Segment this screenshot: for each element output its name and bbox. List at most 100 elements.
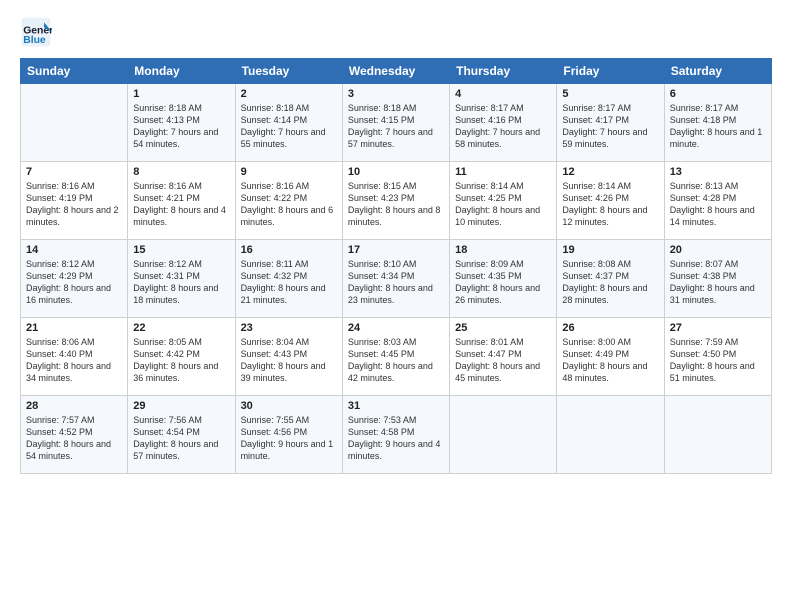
day-info: Sunrise: 8:09 AMSunset: 4:35 PMDaylight:…: [455, 258, 551, 307]
day-info: Sunrise: 8:16 AMSunset: 4:21 PMDaylight:…: [133, 180, 229, 229]
week-row-3: 14 Sunrise: 8:12 AMSunset: 4:29 PMDayligh…: [21, 240, 772, 318]
day-number: 30: [241, 400, 337, 412]
day-info: Sunrise: 8:04 AMSunset: 4:43 PMDaylight:…: [241, 336, 337, 385]
calendar-cell: 5 Sunrise: 8:17 AMSunset: 4:17 PMDaylight…: [557, 84, 664, 162]
calendar-table: SundayMondayTuesdayWednesdayThursdayFrid…: [20, 58, 772, 474]
day-info: Sunrise: 8:15 AMSunset: 4:23 PMDaylight:…: [348, 180, 444, 229]
day-number: 18: [455, 244, 551, 256]
calendar-cell: 28 Sunrise: 7:57 AMSunset: 4:52 PMDayligh…: [21, 396, 128, 474]
day-number: 9: [241, 166, 337, 178]
day-info: Sunrise: 8:17 AMSunset: 4:17 PMDaylight:…: [562, 102, 658, 151]
calendar-cell: 14 Sunrise: 8:12 AMSunset: 4:29 PMDayligh…: [21, 240, 128, 318]
day-info: Sunrise: 8:18 AMSunset: 4:15 PMDaylight:…: [348, 102, 444, 151]
day-info: Sunrise: 8:01 AMSunset: 4:47 PMDaylight:…: [455, 336, 551, 385]
day-info: Sunrise: 8:18 AMSunset: 4:13 PMDaylight:…: [133, 102, 229, 151]
calendar-cell: 10Sunrise: 8:15 AMSunset: 4:23 PMDayligh…: [342, 162, 449, 240]
day-number: 1: [133, 88, 229, 100]
calendar-cell: 21 Sunrise: 8:06 AMSunset: 4:40 PMDayligh…: [21, 318, 128, 396]
day-info: Sunrise: 8:07 AMSunset: 4:38 PMDaylight:…: [670, 258, 766, 307]
day-number: 16: [241, 244, 337, 256]
day-info: Sunrise: 8:18 AMSunset: 4:14 PMDaylight:…: [241, 102, 337, 151]
day-number: 12: [562, 166, 658, 178]
day-info: Sunrise: 8:05 AMSunset: 4:42 PMDaylight:…: [133, 336, 229, 385]
calendar-cell: 30 Sunrise: 7:55 AMSunset: 4:56 PMDayligh…: [235, 396, 342, 474]
day-number: 26: [562, 322, 658, 334]
calendar-cell: 3Sunrise: 8:18 AMSunset: 4:15 PMDaylight…: [342, 84, 449, 162]
day-info: Sunrise: 7:55 AMSunset: 4:56 PMDaylight:…: [241, 414, 337, 463]
week-row-5: 28 Sunrise: 7:57 AMSunset: 4:52 PMDayligh…: [21, 396, 772, 474]
day-number: 11: [455, 166, 551, 178]
calendar-cell: 24 Sunrise: 8:03 AMSunset: 4:45 PMDayligh…: [342, 318, 449, 396]
day-number: 31: [348, 400, 444, 412]
day-number: 8: [133, 166, 229, 178]
day-number: 5: [562, 88, 658, 100]
header: General Blue: [20, 16, 772, 48]
calendar-header-row: SundayMondayTuesdayWednesdayThursdayFrid…: [21, 59, 772, 84]
calendar-cell: 15 Sunrise: 8:12 AMSunset: 4:31 PMDayligh…: [128, 240, 235, 318]
calendar-body: 1 Sunrise: 8:18 AMSunset: 4:13 PMDaylight…: [21, 84, 772, 474]
calendar-cell: 25 Sunrise: 8:01 AMSunset: 4:47 PMDayligh…: [450, 318, 557, 396]
calendar-cell: 6 Sunrise: 8:17 AMSunset: 4:18 PMDaylight…: [664, 84, 771, 162]
calendar-cell: 11 Sunrise: 8:14 AMSunset: 4:25 PMDayligh…: [450, 162, 557, 240]
day-info: Sunrise: 7:53 AMSunset: 4:58 PMDaylight:…: [348, 414, 444, 463]
calendar-cell: 16 Sunrise: 8:11 AMSunset: 4:32 PMDayligh…: [235, 240, 342, 318]
day-number: 13: [670, 166, 766, 178]
day-info: Sunrise: 8:10 AMSunset: 4:34 PMDaylight:…: [348, 258, 444, 307]
calendar-cell: 12 Sunrise: 8:14 AMSunset: 4:26 PMDayligh…: [557, 162, 664, 240]
calendar-cell: 29 Sunrise: 7:56 AMSunset: 4:54 PMDayligh…: [128, 396, 235, 474]
day-info: Sunrise: 8:17 AMSunset: 4:16 PMDaylight:…: [455, 102, 551, 151]
day-number: 17: [348, 244, 444, 256]
day-info: Sunrise: 8:12 AMSunset: 4:29 PMDaylight:…: [26, 258, 122, 307]
day-number: 22: [133, 322, 229, 334]
calendar-cell: 8 Sunrise: 8:16 AMSunset: 4:21 PMDaylight…: [128, 162, 235, 240]
day-number: 21: [26, 322, 122, 334]
calendar-cell: 2Sunrise: 8:18 AMSunset: 4:14 PMDaylight…: [235, 84, 342, 162]
calendar-cell: 13 Sunrise: 8:13 AMSunset: 4:28 PMDayligh…: [664, 162, 771, 240]
day-number: 14: [26, 244, 122, 256]
day-header-wednesday: Wednesday: [342, 59, 449, 84]
calendar-cell: 26 Sunrise: 8:00 AMSunset: 4:49 PMDayligh…: [557, 318, 664, 396]
day-header-monday: Monday: [128, 59, 235, 84]
day-number: 29: [133, 400, 229, 412]
calendar-cell: 9 Sunrise: 8:16 AMSunset: 4:22 PMDaylight…: [235, 162, 342, 240]
week-row-4: 21 Sunrise: 8:06 AMSunset: 4:40 PMDayligh…: [21, 318, 772, 396]
day-number: 27: [670, 322, 766, 334]
day-info: Sunrise: 8:17 AMSunset: 4:18 PMDaylight:…: [670, 102, 766, 151]
day-info: Sunrise: 8:00 AMSunset: 4:49 PMDaylight:…: [562, 336, 658, 385]
calendar-cell: [450, 396, 557, 474]
day-info: Sunrise: 8:11 AMSunset: 4:32 PMDaylight:…: [241, 258, 337, 307]
day-header-sunday: Sunday: [21, 59, 128, 84]
day-info: Sunrise: 8:16 AMSunset: 4:22 PMDaylight:…: [241, 180, 337, 229]
calendar-cell: 18 Sunrise: 8:09 AMSunset: 4:35 PMDayligh…: [450, 240, 557, 318]
calendar-cell: [21, 84, 128, 162]
day-info: Sunrise: 8:16 AMSunset: 4:19 PMDaylight:…: [26, 180, 122, 229]
day-number: 28: [26, 400, 122, 412]
week-row-1: 1 Sunrise: 8:18 AMSunset: 4:13 PMDaylight…: [21, 84, 772, 162]
day-number: 15: [133, 244, 229, 256]
day-number: 25: [455, 322, 551, 334]
day-info: Sunrise: 7:59 AMSunset: 4:50 PMDaylight:…: [670, 336, 766, 385]
day-number: 7: [26, 166, 122, 178]
calendar-cell: 20Sunrise: 8:07 AMSunset: 4:38 PMDayligh…: [664, 240, 771, 318]
day-info: Sunrise: 8:14 AMSunset: 4:26 PMDaylight:…: [562, 180, 658, 229]
calendar-cell: 23Sunrise: 8:04 AMSunset: 4:43 PMDayligh…: [235, 318, 342, 396]
page: General Blue SundayMondayTuesdayWednesda…: [0, 0, 792, 612]
day-info: Sunrise: 8:03 AMSunset: 4:45 PMDaylight:…: [348, 336, 444, 385]
logo-icon: General Blue: [20, 16, 52, 48]
day-info: Sunrise: 8:08 AMSunset: 4:37 PMDaylight:…: [562, 258, 658, 307]
day-number: 4: [455, 88, 551, 100]
day-info: Sunrise: 7:56 AMSunset: 4:54 PMDaylight:…: [133, 414, 229, 463]
day-info: Sunrise: 8:06 AMSunset: 4:40 PMDaylight:…: [26, 336, 122, 385]
day-header-thursday: Thursday: [450, 59, 557, 84]
day-number: 24: [348, 322, 444, 334]
calendar-cell: [557, 396, 664, 474]
day-number: 6: [670, 88, 766, 100]
calendar-cell: 1 Sunrise: 8:18 AMSunset: 4:13 PMDaylight…: [128, 84, 235, 162]
day-info: Sunrise: 8:14 AMSunset: 4:25 PMDaylight:…: [455, 180, 551, 229]
calendar-cell: 4 Sunrise: 8:17 AMSunset: 4:16 PMDaylight…: [450, 84, 557, 162]
day-number: 19: [562, 244, 658, 256]
calendar-cell: [664, 396, 771, 474]
day-info: Sunrise: 8:13 AMSunset: 4:28 PMDaylight:…: [670, 180, 766, 229]
day-info: Sunrise: 8:12 AMSunset: 4:31 PMDaylight:…: [133, 258, 229, 307]
day-info: Sunrise: 7:57 AMSunset: 4:52 PMDaylight:…: [26, 414, 122, 463]
